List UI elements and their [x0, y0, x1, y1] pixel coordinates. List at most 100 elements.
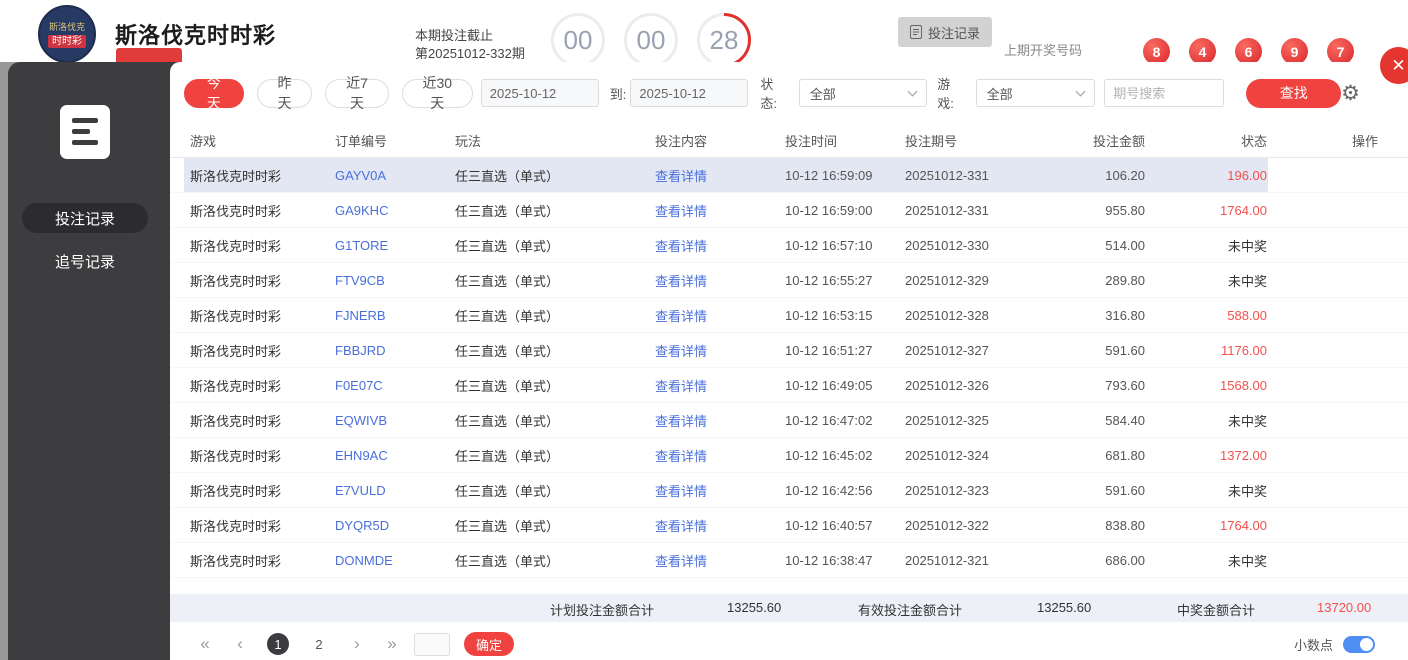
cell-game: 斯洛伐克时时彩: [190, 203, 282, 219]
page-1-button[interactable]: 1: [267, 633, 289, 655]
cell-bet-time: 10-12 16:40:57: [785, 517, 873, 533]
view-detail-link[interactable]: 查看详情: [655, 204, 707, 219]
cell-period: 20251012-328: [905, 307, 989, 323]
pagination-bar: « ‹ 1 2 › » 确定 小数点: [170, 629, 1408, 659]
last-draw-label: 上期开奖号码: [1004, 43, 1083, 58]
prev-page-button[interactable]: ‹: [232, 634, 248, 654]
modal-sidebar: 投注记录 追号记录: [0, 62, 170, 660]
plan-total-value: 13255.60: [727, 600, 782, 615]
cell-game: 斯洛伐克时时彩: [190, 483, 282, 499]
column-header: 投注时间: [785, 133, 838, 149]
table-row[interactable]: 斯洛伐克时时彩 EHN9AC 任三直选（单式） 查看详情 10-12 16:45:02 2…: [170, 438, 1408, 473]
table-row[interactable]: 斯洛伐克时时彩 EQWIVB 任三直选（单式） 查看详情 10-12 16:47:02 2…: [170, 403, 1408, 438]
search-button[interactable]: 查找: [1246, 78, 1342, 108]
cell-amount: 838.80: [1105, 517, 1145, 533]
view-detail-link[interactable]: 查看详情: [655, 449, 707, 464]
view-detail-link[interactable]: 查看详情: [655, 274, 707, 289]
cell-game: 斯洛伐克时时彩: [190, 343, 282, 359]
first-page-button[interactable]: «: [197, 634, 213, 654]
number-ball: 8: [1143, 38, 1170, 65]
chevron-down-icon: [907, 86, 918, 96]
status-select-value: 全部: [809, 86, 836, 102]
cell-bet-time: 10-12 16:47:02: [785, 412, 873, 428]
cell-game: 斯洛伐克时时彩: [190, 518, 282, 534]
page-2-button[interactable]: 2: [308, 633, 330, 655]
cell-play-type: 任三直选（单式）: [455, 168, 560, 184]
chevron-down-icon: [1075, 86, 1086, 96]
confirm-page-button[interactable]: 确定: [464, 632, 515, 656]
cell-status: 196.00: [1227, 167, 1267, 183]
date-from-input[interactable]: [480, 79, 599, 107]
table-row[interactable]: 斯洛伐克时时彩 GA9KHC 任三直选（单式） 查看详情 10-12 16:59:00 2…: [170, 193, 1408, 228]
table-row[interactable]: 斯洛伐克时时彩 E7VULD 任三直选（单式） 查看详情 10-12 16:42:56 2…: [170, 473, 1408, 508]
cell-bet-time: 10-12 16:57:10: [785, 237, 873, 253]
filter-30days-button[interactable]: 近30天: [401, 75, 473, 111]
cell-status: 未中奖: [1227, 483, 1267, 499]
deadline-period: 第20251012-332期: [415, 46, 525, 61]
sidebar-item-bet-records[interactable]: 投注记录: [22, 203, 148, 233]
filter-yesterday-button[interactable]: 昨天: [256, 75, 313, 111]
cell-order-id: FTV9CB: [335, 272, 385, 288]
page-title: 斯洛伐克时时彩: [115, 23, 277, 48]
period-search-input[interactable]: [1104, 79, 1225, 107]
date-to-input[interactable]: [630, 79, 749, 107]
view-detail-link[interactable]: 查看详情: [655, 309, 707, 324]
view-detail-link[interactable]: 查看详情: [655, 169, 707, 184]
status-select[interactable]: 全部: [798, 79, 928, 107]
deadline-label: 本期投注截止: [415, 28, 494, 43]
deadline-info: 本期投注截止 第20251012-332期: [415, 27, 525, 63]
view-detail-link[interactable]: 查看详情: [655, 414, 707, 429]
next-page-button[interactable]: ›: [349, 634, 365, 654]
cell-period: 20251012-331: [905, 167, 989, 183]
plan-total-label: 计划投注金额合计: [550, 603, 655, 618]
table-row[interactable]: 斯洛伐克时时彩 F0E07C 任三直选（单式） 查看详情 10-12 16:49:05 2…: [170, 368, 1408, 403]
page-jump-input[interactable]: [414, 632, 450, 656]
cell-game: 斯洛伐克时时彩: [190, 308, 282, 324]
filter-7days-button[interactable]: 近7天: [325, 75, 389, 111]
cell-amount: 793.60: [1105, 377, 1145, 393]
table-row[interactable]: 斯洛伐克时时彩 DONMDE 任三直选（单式） 查看详情 10-12 16:38:47 2…: [170, 543, 1408, 578]
table-row[interactable]: 斯洛伐克时时彩 G1TORE 任三直选（单式） 查看详情 10-12 16:57:10 2…: [170, 228, 1408, 263]
settings-gear-icon[interactable]: ⚙: [1341, 83, 1360, 104]
view-detail-link[interactable]: 查看详情: [655, 344, 707, 359]
records-page-icon: [60, 105, 110, 159]
table-row[interactable]: 斯洛伐克时时彩 FJNERB 任三直选（单式） 查看详情 10-12 16:53:15 2…: [170, 298, 1408, 333]
game-select[interactable]: 全部: [975, 79, 1096, 107]
cell-play-type: 任三直选（单式）: [455, 203, 560, 219]
bet-record-button[interactable]: 投注记录: [898, 17, 993, 47]
column-header: 状态: [1240, 133, 1267, 149]
table-row[interactable]: 斯洛伐克时时彩 DYQR5D 任三直选（单式） 查看详情 10-12 16:40:57 2…: [170, 508, 1408, 543]
cell-game: 斯洛伐克时时彩: [190, 378, 282, 394]
number-ball: 6: [1235, 38, 1262, 65]
win-total-value: 13720.00: [1317, 600, 1372, 615]
view-detail-link[interactable]: 查看详情: [655, 484, 707, 499]
view-detail-link[interactable]: 查看详情: [655, 519, 707, 534]
number-ball: 4: [1189, 38, 1216, 65]
cell-period: 20251012-327: [905, 342, 989, 358]
cell-game: 斯洛伐克时时彩: [190, 238, 282, 254]
view-detail-link[interactable]: 查看详情: [655, 554, 707, 569]
cell-order-id: EQWIVB: [335, 412, 388, 428]
logo-text-line2: 时时彩: [48, 35, 86, 48]
cell-play-type: 任三直选（单式）: [455, 413, 560, 429]
view-detail-link[interactable]: 查看详情: [655, 239, 707, 254]
decimal-toggle[interactable]: [1343, 635, 1375, 653]
filter-today-button[interactable]: 今天: [184, 75, 244, 111]
cell-status: 未中奖: [1227, 413, 1267, 429]
cell-content: 查看详情: [655, 411, 785, 430]
view-detail-link[interactable]: 查看详情: [655, 379, 707, 394]
table-row[interactable]: 斯洛伐克时时彩 FBBJRD 任三直选（单式） 查看详情 10-12 16:51:27 2…: [170, 333, 1408, 368]
table-row[interactable]: 斯洛伐克时时彩 FTV9CB 任三直选（单式） 查看详情 10-12 16:55:27 2…: [170, 263, 1408, 298]
cell-order-id: F0E07C: [335, 377, 383, 393]
cell-play-type: 任三直选（单式）: [455, 518, 560, 534]
cell-order-id: GA9KHC: [335, 202, 389, 218]
sidebar-item-chase-records[interactable]: 追号记录: [22, 246, 148, 276]
last-page-button[interactable]: »: [384, 634, 400, 654]
table-row[interactable]: 斯洛伐克时时彩 GAYV0A 任三直选（单式） 查看详情 10-12 16:59:09 2…: [170, 158, 1408, 193]
column-header: 投注期号: [905, 133, 958, 149]
cell-amount: 591.60: [1105, 342, 1145, 358]
cell-amount: 584.40: [1105, 412, 1145, 428]
cell-bet-time: 10-12 16:45:02: [785, 447, 873, 463]
cell-bet-time: 10-12 16:59:09: [785, 167, 873, 183]
cell-content: 查看详情: [655, 341, 785, 360]
